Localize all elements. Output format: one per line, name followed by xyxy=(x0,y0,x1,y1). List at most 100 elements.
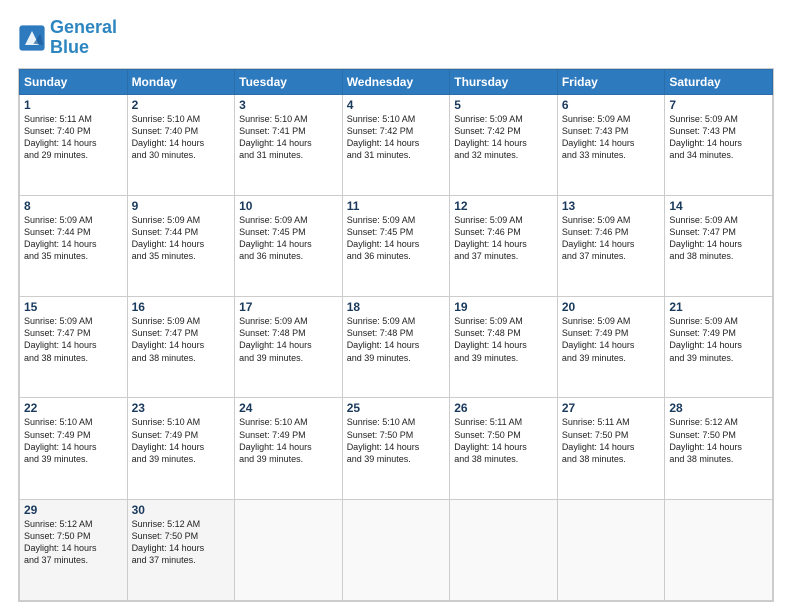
calendar: SundayMondayTuesdayWednesdayThursdayFrid… xyxy=(18,68,774,602)
calendar-day-cell: 4Sunrise: 5:10 AM Sunset: 7:42 PM Daylig… xyxy=(342,94,450,195)
day-info: Sunrise: 5:09 AM Sunset: 7:48 PM Dayligh… xyxy=(347,315,446,364)
calendar-day-cell: 2Sunrise: 5:10 AM Sunset: 7:40 PM Daylig… xyxy=(127,94,235,195)
day-number: 29 xyxy=(24,503,123,517)
calendar-day-cell: 20Sunrise: 5:09 AM Sunset: 7:49 PM Dayli… xyxy=(557,297,665,398)
day-number: 27 xyxy=(562,401,661,415)
day-number: 1 xyxy=(24,98,123,112)
day-info: Sunrise: 5:10 AM Sunset: 7:40 PM Dayligh… xyxy=(132,113,231,162)
day-info: Sunrise: 5:09 AM Sunset: 7:46 PM Dayligh… xyxy=(562,214,661,263)
day-of-week-header: Friday xyxy=(557,69,665,94)
day-info: Sunrise: 5:09 AM Sunset: 7:45 PM Dayligh… xyxy=(347,214,446,263)
day-number: 5 xyxy=(454,98,553,112)
calendar-week-row: 29Sunrise: 5:12 AM Sunset: 7:50 PM Dayli… xyxy=(20,499,773,600)
day-number: 11 xyxy=(347,199,446,213)
day-number: 8 xyxy=(24,199,123,213)
calendar-day-cell: 23Sunrise: 5:10 AM Sunset: 7:49 PM Dayli… xyxy=(127,398,235,499)
header: General Blue xyxy=(18,18,774,58)
day-of-week-header: Wednesday xyxy=(342,69,450,94)
day-of-week-header: Monday xyxy=(127,69,235,94)
day-number: 17 xyxy=(239,300,338,314)
day-info: Sunrise: 5:10 AM Sunset: 7:50 PM Dayligh… xyxy=(347,416,446,465)
calendar-day-cell: 6Sunrise: 5:09 AM Sunset: 7:43 PM Daylig… xyxy=(557,94,665,195)
day-info: Sunrise: 5:09 AM Sunset: 7:42 PM Dayligh… xyxy=(454,113,553,162)
calendar-week-row: 8Sunrise: 5:09 AM Sunset: 7:44 PM Daylig… xyxy=(20,195,773,296)
calendar-day-cell xyxy=(342,499,450,600)
calendar-day-cell: 5Sunrise: 5:09 AM Sunset: 7:42 PM Daylig… xyxy=(450,94,558,195)
calendar-day-cell: 26Sunrise: 5:11 AM Sunset: 7:50 PM Dayli… xyxy=(450,398,558,499)
day-number: 26 xyxy=(454,401,553,415)
day-info: Sunrise: 5:10 AM Sunset: 7:41 PM Dayligh… xyxy=(239,113,338,162)
day-info: Sunrise: 5:09 AM Sunset: 7:49 PM Dayligh… xyxy=(562,315,661,364)
day-info: Sunrise: 5:09 AM Sunset: 7:45 PM Dayligh… xyxy=(239,214,338,263)
day-number: 9 xyxy=(132,199,231,213)
calendar-day-cell: 1Sunrise: 5:11 AM Sunset: 7:40 PM Daylig… xyxy=(20,94,128,195)
calendar-day-cell: 29Sunrise: 5:12 AM Sunset: 7:50 PM Dayli… xyxy=(20,499,128,600)
day-number: 19 xyxy=(454,300,553,314)
day-number: 7 xyxy=(669,98,768,112)
day-info: Sunrise: 5:09 AM Sunset: 7:43 PM Dayligh… xyxy=(562,113,661,162)
day-number: 22 xyxy=(24,401,123,415)
day-number: 24 xyxy=(239,401,338,415)
day-info: Sunrise: 5:09 AM Sunset: 7:47 PM Dayligh… xyxy=(24,315,123,364)
day-number: 4 xyxy=(347,98,446,112)
day-number: 10 xyxy=(239,199,338,213)
calendar-day-cell: 9Sunrise: 5:09 AM Sunset: 7:44 PM Daylig… xyxy=(127,195,235,296)
day-info: Sunrise: 5:09 AM Sunset: 7:43 PM Dayligh… xyxy=(669,113,768,162)
day-number: 15 xyxy=(24,300,123,314)
calendar-day-cell: 30Sunrise: 5:12 AM Sunset: 7:50 PM Dayli… xyxy=(127,499,235,600)
day-number: 20 xyxy=(562,300,661,314)
day-info: Sunrise: 5:10 AM Sunset: 7:49 PM Dayligh… xyxy=(239,416,338,465)
day-number: 18 xyxy=(347,300,446,314)
calendar-day-cell xyxy=(557,499,665,600)
day-info: Sunrise: 5:12 AM Sunset: 7:50 PM Dayligh… xyxy=(24,518,123,567)
logo: General Blue xyxy=(18,18,117,58)
day-number: 25 xyxy=(347,401,446,415)
logo-icon xyxy=(18,24,46,52)
calendar-day-cell: 16Sunrise: 5:09 AM Sunset: 7:47 PM Dayli… xyxy=(127,297,235,398)
days-of-week-row: SundayMondayTuesdayWednesdayThursdayFrid… xyxy=(20,69,773,94)
day-info: Sunrise: 5:12 AM Sunset: 7:50 PM Dayligh… xyxy=(669,416,768,465)
day-info: Sunrise: 5:09 AM Sunset: 7:49 PM Dayligh… xyxy=(669,315,768,364)
calendar-day-cell: 8Sunrise: 5:09 AM Sunset: 7:44 PM Daylig… xyxy=(20,195,128,296)
calendar-day-cell: 19Sunrise: 5:09 AM Sunset: 7:48 PM Dayli… xyxy=(450,297,558,398)
day-info: Sunrise: 5:09 AM Sunset: 7:47 PM Dayligh… xyxy=(669,214,768,263)
calendar-day-cell: 21Sunrise: 5:09 AM Sunset: 7:49 PM Dayli… xyxy=(665,297,773,398)
calendar-week-row: 1Sunrise: 5:11 AM Sunset: 7:40 PM Daylig… xyxy=(20,94,773,195)
day-info: Sunrise: 5:10 AM Sunset: 7:49 PM Dayligh… xyxy=(24,416,123,465)
calendar-day-cell xyxy=(450,499,558,600)
day-number: 23 xyxy=(132,401,231,415)
logo-text: General Blue xyxy=(50,18,117,58)
calendar-day-cell: 14Sunrise: 5:09 AM Sunset: 7:47 PM Dayli… xyxy=(665,195,773,296)
day-info: Sunrise: 5:09 AM Sunset: 7:44 PM Dayligh… xyxy=(24,214,123,263)
day-of-week-header: Tuesday xyxy=(235,69,343,94)
day-number: 12 xyxy=(454,199,553,213)
day-info: Sunrise: 5:11 AM Sunset: 7:50 PM Dayligh… xyxy=(454,416,553,465)
day-number: 21 xyxy=(669,300,768,314)
page: General Blue SundayMondayTuesdayWednesda… xyxy=(0,0,792,612)
day-info: Sunrise: 5:10 AM Sunset: 7:42 PM Dayligh… xyxy=(347,113,446,162)
calendar-body: 1Sunrise: 5:11 AM Sunset: 7:40 PM Daylig… xyxy=(20,94,773,600)
day-number: 16 xyxy=(132,300,231,314)
day-of-week-header: Sunday xyxy=(20,69,128,94)
day-number: 6 xyxy=(562,98,661,112)
calendar-day-cell: 18Sunrise: 5:09 AM Sunset: 7:48 PM Dayli… xyxy=(342,297,450,398)
day-of-week-header: Saturday xyxy=(665,69,773,94)
day-info: Sunrise: 5:09 AM Sunset: 7:46 PM Dayligh… xyxy=(454,214,553,263)
calendar-day-cell: 25Sunrise: 5:10 AM Sunset: 7:50 PM Dayli… xyxy=(342,398,450,499)
calendar-day-cell: 3Sunrise: 5:10 AM Sunset: 7:41 PM Daylig… xyxy=(235,94,343,195)
calendar-day-cell: 24Sunrise: 5:10 AM Sunset: 7:49 PM Dayli… xyxy=(235,398,343,499)
calendar-day-cell: 15Sunrise: 5:09 AM Sunset: 7:47 PM Dayli… xyxy=(20,297,128,398)
day-info: Sunrise: 5:11 AM Sunset: 7:50 PM Dayligh… xyxy=(562,416,661,465)
calendar-day-cell: 10Sunrise: 5:09 AM Sunset: 7:45 PM Dayli… xyxy=(235,195,343,296)
calendar-day-cell: 22Sunrise: 5:10 AM Sunset: 7:49 PM Dayli… xyxy=(20,398,128,499)
day-number: 30 xyxy=(132,503,231,517)
day-number: 13 xyxy=(562,199,661,213)
day-info: Sunrise: 5:09 AM Sunset: 7:44 PM Dayligh… xyxy=(132,214,231,263)
day-number: 3 xyxy=(239,98,338,112)
day-info: Sunrise: 5:10 AM Sunset: 7:49 PM Dayligh… xyxy=(132,416,231,465)
day-info: Sunrise: 5:09 AM Sunset: 7:48 PM Dayligh… xyxy=(239,315,338,364)
calendar-day-cell: 11Sunrise: 5:09 AM Sunset: 7:45 PM Dayli… xyxy=(342,195,450,296)
day-info: Sunrise: 5:09 AM Sunset: 7:48 PM Dayligh… xyxy=(454,315,553,364)
calendar-day-cell: 28Sunrise: 5:12 AM Sunset: 7:50 PM Dayli… xyxy=(665,398,773,499)
calendar-day-cell: 13Sunrise: 5:09 AM Sunset: 7:46 PM Dayli… xyxy=(557,195,665,296)
